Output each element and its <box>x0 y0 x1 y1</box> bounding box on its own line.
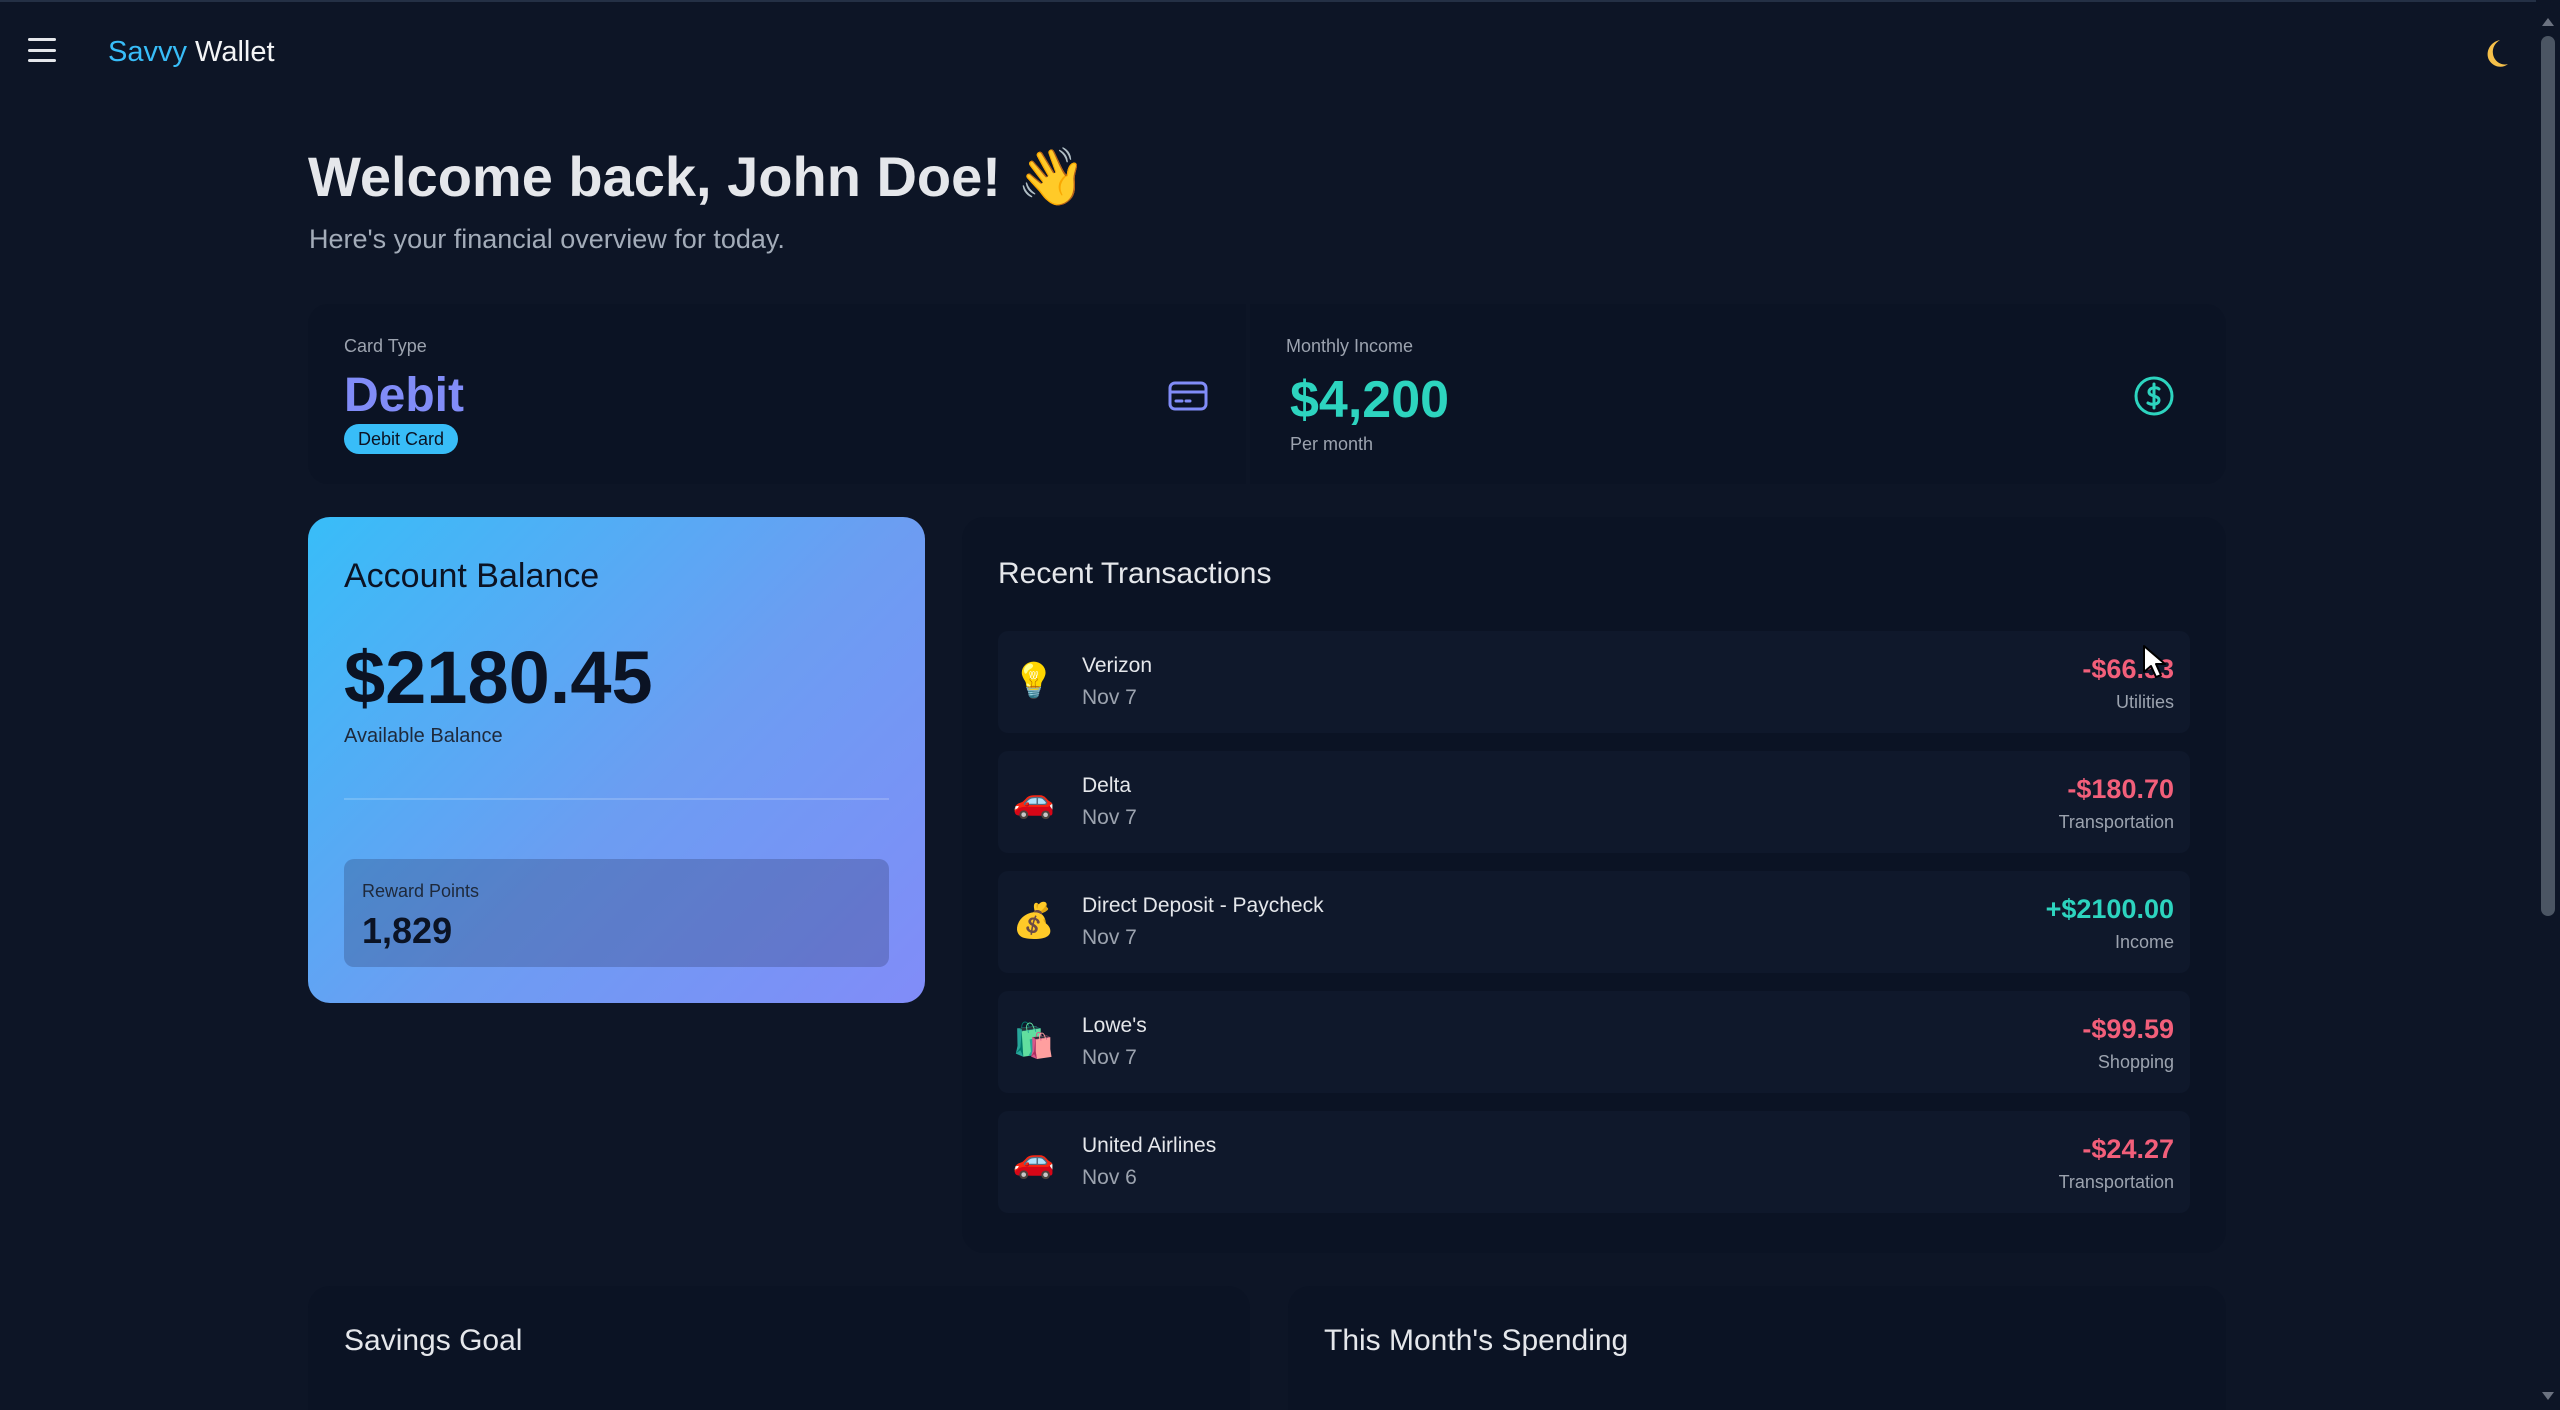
hamburger-menu-icon[interactable] <box>28 38 56 62</box>
transactions-list: 💡 Verizon Nov 7 -$66.53 Utilities 🚗 Delt… <box>998 631 2190 1231</box>
transaction-row[interactable]: 💡 Verizon Nov 7 -$66.53 Utilities <box>998 631 2190 733</box>
transaction-row[interactable]: 🚗 Delta Nov 7 -$180.70 Transportation <box>998 751 2190 853</box>
transaction-category: Transportation <box>2058 812 2174 832</box>
transactions-title: Recent Transactions <box>998 557 1272 590</box>
savings-goal-panel: Savings Goal <box>308 1286 1250 1410</box>
transaction-category: Income <box>2114 932 2174 952</box>
reward-points-value: 1,829 <box>362 910 453 951</box>
transaction-category: Utilities <box>2115 692 2174 712</box>
balance-amount: $2180.45 <box>344 636 653 719</box>
brand-logo[interactable]: Savvy Wallet <box>108 34 275 70</box>
recent-transactions-panel: Recent Transactions 💡 Verizon Nov 7 -$66… <box>962 517 2226 1253</box>
monthly-income-label: Monthly Income <box>1286 336 1414 356</box>
reward-points-label: Reward Points <box>362 881 480 901</box>
app-root: Savvy Wallet Welcome back, John Doe! 👋 H… <box>0 0 2560 1410</box>
transaction-name: United Airlines <box>1082 1134 1217 1157</box>
balance-subtitle: Available Balance <box>344 725 503 747</box>
lightbulb-icon: 💡 <box>1012 662 1056 700</box>
transaction-category: Shopping <box>2097 1052 2174 1072</box>
dollar-circle-icon <box>2132 374 2176 418</box>
welcome-subtitle: Here's your financial overview for today… <box>309 224 785 254</box>
transaction-row[interactable]: 🛍️ Lowe's Nov 7 -$99.59 Shopping <box>998 991 2190 1093</box>
transaction-name: Delta <box>1082 774 1132 797</box>
credit-card-icon <box>1166 374 1210 418</box>
transaction-date: Nov 7 <box>1082 806 1137 829</box>
transaction-amount: +$2100.00 <box>2045 894 2174 924</box>
shopping-bags-icon: 🛍️ <box>1012 1022 1056 1060</box>
brand-name-first: Savvy <box>108 36 187 68</box>
stats-row: Card Type Debit Debit Card Monthly Incom… <box>308 304 2226 484</box>
scrollbar-thumb[interactable] <box>2541 36 2555 916</box>
card-type-badge: Debit Card <box>344 424 459 454</box>
transaction-name: Direct Deposit - Paycheck <box>1082 894 1324 917</box>
transaction-category: Transportation <box>2058 1172 2174 1192</box>
transaction-date: Nov 7 <box>1082 686 1137 709</box>
transaction-name: Lowe's <box>1082 1014 1147 1037</box>
transaction-date: Nov 6 <box>1082 1166 1137 1189</box>
welcome-title: Welcome back, John Doe! 👋 <box>308 145 1087 208</box>
monthly-income-value: $4,200 <box>1290 371 1450 429</box>
monthly-spending-panel: This Month's Spending <box>1288 1286 2226 1410</box>
monthly-income-sub: Per month <box>1290 434 1374 454</box>
transaction-amount: -$180.70 <box>2067 774 2174 804</box>
car-icon: 🚗 <box>1012 782 1056 820</box>
card-type-stat: Card Type Debit Debit Card <box>308 304 1246 484</box>
transaction-amount: -$24.27 <box>2082 1134 2174 1164</box>
car-icon: 🚗 <box>1012 1142 1056 1180</box>
vertical-scrollbar[interactable] <box>2536 0 2560 1410</box>
money-bag-icon: 💰 <box>1012 902 1056 940</box>
reward-points-box: Reward Points 1,829 <box>344 859 889 967</box>
transaction-row[interactable]: 🚗 United Airlines Nov 6 -$24.27 Transpor… <box>998 1111 2190 1213</box>
savings-goal-title: Savings Goal <box>344 1324 523 1357</box>
monthly-income-stat: Monthly Income $4,200 Per month <box>1250 304 2226 484</box>
transaction-name: Verizon <box>1082 654 1153 677</box>
card-type-value: Debit <box>344 369 464 422</box>
scroll-up-arrow-icon[interactable] <box>2542 18 2554 26</box>
brand-name-second: Wallet <box>195 36 275 68</box>
balance-title: Account Balance <box>344 557 600 595</box>
moon-icon[interactable] <box>2474 34 2514 74</box>
card-type-label: Card Type <box>344 336 427 356</box>
transaction-date: Nov 7 <box>1082 926 1137 949</box>
balance-divider <box>344 798 889 800</box>
transaction-amount: -$99.59 <box>2082 1014 2174 1044</box>
transaction-row[interactable]: 💰 Direct Deposit - Paycheck Nov 7 +$2100… <box>998 871 2190 973</box>
scroll-down-arrow-icon[interactable] <box>2542 1392 2554 1400</box>
monthly-spending-title: This Month's Spending <box>1324 1324 1629 1357</box>
account-balance-card: Account Balance $2180.45 Available Balan… <box>308 517 925 1003</box>
top-bar: Savvy Wallet <box>0 0 2560 96</box>
transaction-amount: -$66.53 <box>2082 654 2174 684</box>
transaction-date: Nov 7 <box>1082 1046 1137 1069</box>
